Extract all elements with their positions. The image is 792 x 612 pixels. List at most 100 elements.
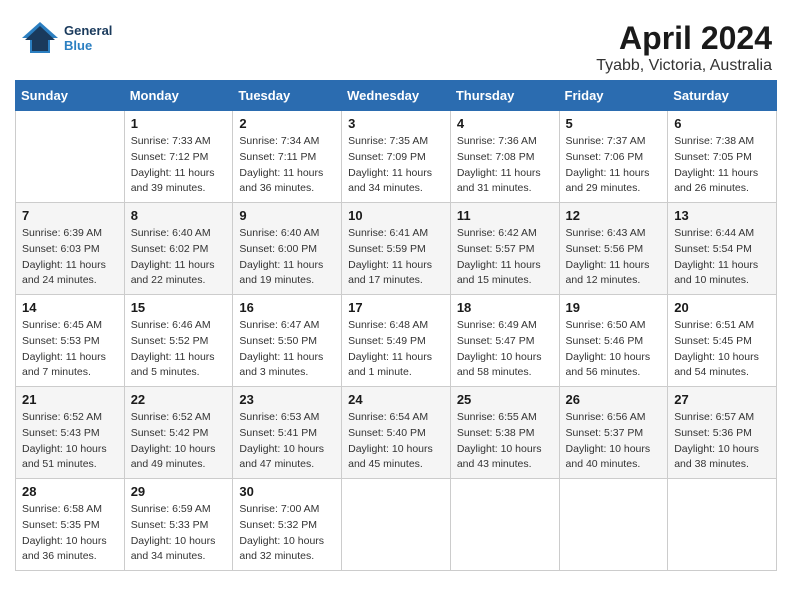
calendar-cell: 11 Sunrise: 6:42 AM Sunset: 5:57 PM Dayli… [450,203,559,295]
day-detail: Sunrise: 6:53 AM Sunset: 5:41 PM Dayligh… [239,410,335,473]
day-number: 4 [457,116,553,131]
day-number: 3 [348,116,444,131]
calendar-cell: 6 Sunrise: 7:38 AM Sunset: 7:05 PM Daylig… [668,111,777,203]
calendar-cell: 18 Sunrise: 6:49 AM Sunset: 5:47 PM Dayli… [450,295,559,387]
day-number: 20 [674,300,770,315]
col-header-monday: Monday [124,81,233,111]
week-row-2: 7 Sunrise: 6:39 AM Sunset: 6:03 PM Daylig… [16,203,777,295]
calendar-cell [668,479,777,571]
day-detail: Sunrise: 6:49 AM Sunset: 5:47 PM Dayligh… [457,318,553,381]
day-number: 15 [131,300,227,315]
calendar-cell: 25Sunrise: 6:55 AM Sunset: 5:38 PM Dayli… [450,387,559,479]
col-header-wednesday: Wednesday [342,81,451,111]
col-header-friday: Friday [559,81,668,111]
day-detail: Sunrise: 6:40 AM Sunset: 6:02 PM Dayligh… [131,226,227,289]
day-number: 10 [348,208,444,223]
day-number: 25 [457,392,553,407]
calendar-cell: 4 Sunrise: 7:36 AM Sunset: 7:08 PM Daylig… [450,111,559,203]
calendar-cell: 23 Sunrise: 6:53 AM Sunset: 5:41 PM Dayli… [233,387,342,479]
week-row-1: 1 Sunrise: 7:33 AM Sunset: 7:12 PM Daylig… [16,111,777,203]
day-number: 12 [566,208,662,223]
calendar-cell [342,479,451,571]
logo-text: General Blue [64,23,112,53]
calendar-cell: 8Sunrise: 6:40 AM Sunset: 6:02 PM Daylig… [124,203,233,295]
day-number: 18 [457,300,553,315]
day-detail: Sunrise: 6:59 AM Sunset: 5:33 PM Dayligh… [131,502,227,565]
calendar-cell: 27 Sunrise: 6:57 AM Sunset: 5:36 PM Dayli… [668,387,777,479]
day-detail: Sunrise: 7:00 AM Sunset: 5:32 PM Dayligh… [239,502,335,565]
calendar-cell: 17Sunrise: 6:48 AM Sunset: 5:49 PM Dayli… [342,295,451,387]
day-number: 1 [131,116,227,131]
calendar-cell: 28 Sunrise: 6:58 AM Sunset: 5:35 PM Dayli… [16,479,125,571]
logo: General Blue [20,20,112,55]
day-number: 28 [22,484,118,499]
calendar-cell: 26Sunrise: 6:56 AM Sunset: 5:37 PM Dayli… [559,387,668,479]
day-detail: Sunrise: 6:52 AM Sunset: 5:43 PM Dayligh… [22,410,118,473]
day-detail: Sunrise: 7:38 AM Sunset: 7:05 PM Dayligh… [674,134,770,197]
day-number: 11 [457,208,553,223]
calendar-cell: 20 Sunrise: 6:51 AM Sunset: 5:45 PM Dayli… [668,295,777,387]
day-number: 2 [239,116,335,131]
calendar-cell: 12 Sunrise: 6:43 AM Sunset: 5:56 PM Dayli… [559,203,668,295]
header-row: SundayMondayTuesdayWednesdayThursdayFrid… [16,81,777,111]
calendar-cell: 15 Sunrise: 6:46 AM Sunset: 5:52 PM Dayli… [124,295,233,387]
day-number: 14 [22,300,118,315]
day-number: 13 [674,208,770,223]
day-detail: Sunrise: 7:33 AM Sunset: 7:12 PM Dayligh… [131,134,227,197]
day-detail: Sunrise: 7:37 AM Sunset: 7:06 PM Dayligh… [566,134,662,197]
day-number: 29 [131,484,227,499]
day-detail: Sunrise: 6:54 AM Sunset: 5:40 PM Dayligh… [348,410,444,473]
day-number: 27 [674,392,770,407]
col-header-sunday: Sunday [16,81,125,111]
day-detail: Sunrise: 7:34 AM Sunset: 7:11 PM Dayligh… [239,134,335,197]
day-detail: Sunrise: 6:40 AM Sunset: 6:00 PM Dayligh… [239,226,335,289]
calendar-cell: 2 Sunrise: 7:34 AM Sunset: 7:11 PM Daylig… [233,111,342,203]
day-detail: Sunrise: 6:46 AM Sunset: 5:52 PM Dayligh… [131,318,227,381]
calendar-cell: 5 Sunrise: 7:37 AM Sunset: 7:06 PM Daylig… [559,111,668,203]
day-number: 23 [239,392,335,407]
logo-icon [20,20,60,55]
day-detail: Sunrise: 7:35 AM Sunset: 7:09 PM Dayligh… [348,134,444,197]
calendar-cell: 30 Sunrise: 7:00 AM Sunset: 5:32 PM Dayli… [233,479,342,571]
week-row-5: 28 Sunrise: 6:58 AM Sunset: 5:35 PM Dayli… [16,479,777,571]
day-detail: Sunrise: 6:42 AM Sunset: 5:57 PM Dayligh… [457,226,553,289]
calendar-cell [450,479,559,571]
calendar-cell: 16Sunrise: 6:47 AM Sunset: 5:50 PM Dayli… [233,295,342,387]
day-number: 24 [348,392,444,407]
day-detail: Sunrise: 6:57 AM Sunset: 5:36 PM Dayligh… [674,410,770,473]
day-detail: Sunrise: 6:41 AM Sunset: 5:59 PM Dayligh… [348,226,444,289]
week-row-4: 21 Sunrise: 6:52 AM Sunset: 5:43 PM Dayli… [16,387,777,479]
day-detail: Sunrise: 6:51 AM Sunset: 5:45 PM Dayligh… [674,318,770,381]
day-detail: Sunrise: 6:58 AM Sunset: 5:35 PM Dayligh… [22,502,118,565]
calendar-cell: 21 Sunrise: 6:52 AM Sunset: 5:43 PM Dayli… [16,387,125,479]
calendar-cell [16,111,125,203]
day-detail: Sunrise: 6:47 AM Sunset: 5:50 PM Dayligh… [239,318,335,381]
day-number: 19 [566,300,662,315]
day-number: 21 [22,392,118,407]
day-detail: Sunrise: 6:52 AM Sunset: 5:42 PM Dayligh… [131,410,227,473]
calendar-cell: 7 Sunrise: 6:39 AM Sunset: 6:03 PM Daylig… [16,203,125,295]
calendar-cell: 3 Sunrise: 7:35 AM Sunset: 7:09 PM Daylig… [342,111,451,203]
day-detail: Sunrise: 7:36 AM Sunset: 7:08 PM Dayligh… [457,134,553,197]
col-header-thursday: Thursday [450,81,559,111]
day-number: 6 [674,116,770,131]
main-title: April 2024 [596,20,772,57]
day-number: 30 [239,484,335,499]
calendar-cell: 10 Sunrise: 6:41 AM Sunset: 5:59 PM Dayli… [342,203,451,295]
calendar-table: SundayMondayTuesdayWednesdayThursdayFrid… [15,80,777,571]
col-header-saturday: Saturday [668,81,777,111]
day-number: 17 [348,300,444,315]
day-number: 7 [22,208,118,223]
day-number: 22 [131,392,227,407]
calendar-cell: 22 Sunrise: 6:52 AM Sunset: 5:42 PM Dayli… [124,387,233,479]
day-detail: Sunrise: 6:43 AM Sunset: 5:56 PM Dayligh… [566,226,662,289]
calendar-cell: 14Sunrise: 6:45 AM Sunset: 5:53 PM Dayli… [16,295,125,387]
col-header-tuesday: Tuesday [233,81,342,111]
day-number: 5 [566,116,662,131]
subtitle: Tyabb, Victoria, Australia [596,57,772,75]
calendar-cell: 1 Sunrise: 7:33 AM Sunset: 7:12 PM Daylig… [124,111,233,203]
day-detail: Sunrise: 6:50 AM Sunset: 5:46 PM Dayligh… [566,318,662,381]
calendar-cell: 24 Sunrise: 6:54 AM Sunset: 5:40 PM Dayli… [342,387,451,479]
day-detail: Sunrise: 6:39 AM Sunset: 6:03 PM Dayligh… [22,226,118,289]
day-detail: Sunrise: 6:56 AM Sunset: 5:37 PM Dayligh… [566,410,662,473]
